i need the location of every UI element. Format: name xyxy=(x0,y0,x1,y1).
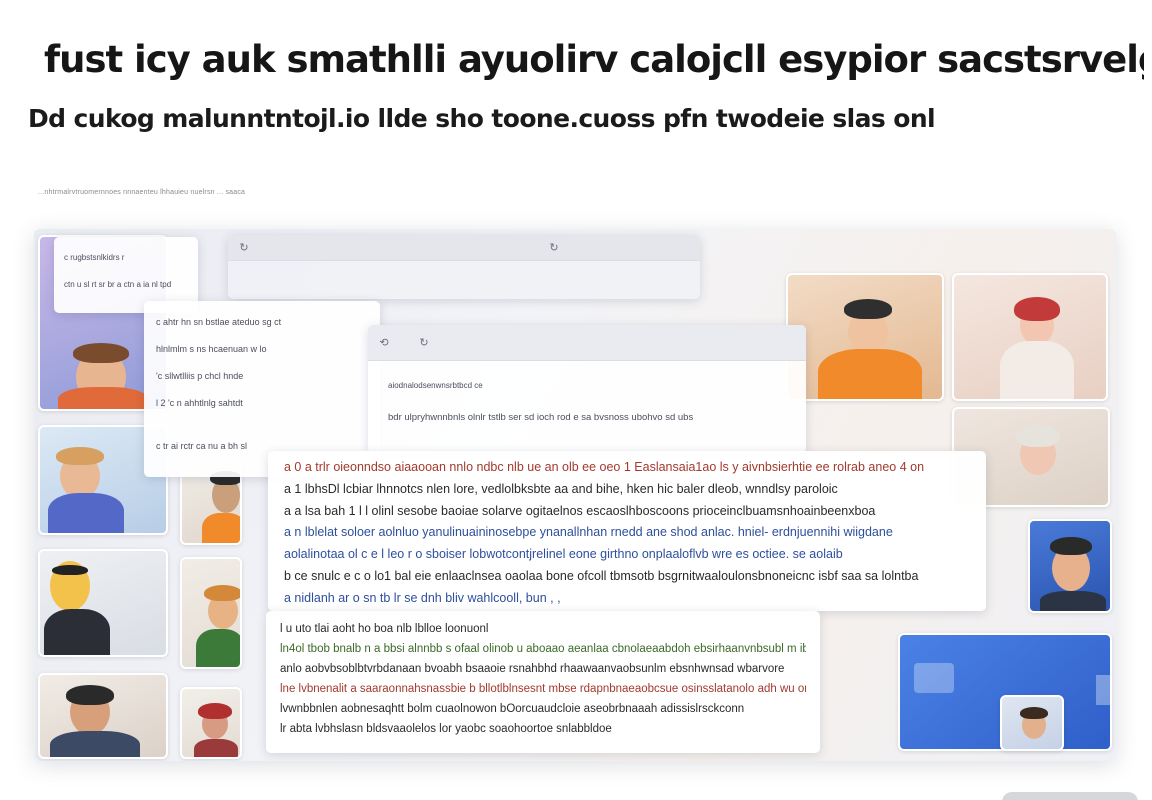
notes-line: ln4ol tbob bnalb n a bbsi alnnbb s ofaal… xyxy=(280,643,806,655)
notes-line: lvwnbbnlen aobnesaqhtt bolm cuaolnowon b… xyxy=(280,703,745,715)
transcript-line: a nidlanh ar o sn tb lr se dnh bliv wahl… xyxy=(284,590,561,605)
participant-tile[interactable] xyxy=(38,673,168,759)
refresh-icon[interactable]: ↻ xyxy=(418,337,430,349)
participant-tile[interactable] xyxy=(38,549,168,657)
transcript-line: b ce snulc e c o lo1 bal eie enlaaclnsea… xyxy=(284,568,919,583)
participant-tile[interactable] xyxy=(1028,519,1112,613)
participant-tile[interactable] xyxy=(952,273,1108,401)
notes-panel[interactable]: l u uto tlai aoht ho boa nlb lblloe loon… xyxy=(266,611,820,753)
toolbar-window: ↻ ↻ xyxy=(228,235,700,299)
list-item[interactable]: hlnlmlm s ns hcaenuan w lo xyxy=(156,336,368,363)
scroll-pill[interactable] xyxy=(1002,792,1138,800)
hero-title-text: fust icy auk smathlli ayuolirv calojcll … xyxy=(44,38,1144,81)
transcript-line: a n lblelat soloer aolnluo yanulinuainin… xyxy=(284,525,893,540)
participant-tile[interactable] xyxy=(180,557,242,669)
video-call-mockup: c rugbstsnlkidrs r ctn u sl rt sr br a c… xyxy=(34,229,1116,761)
participant-tile[interactable] xyxy=(180,687,242,759)
hero-subtitle: Dd cukog malunntntojl.io llde sho toone.… xyxy=(28,104,936,133)
back-icon[interactable]: ⟲ xyxy=(378,337,390,349)
refresh-icon[interactable]: ↻ xyxy=(238,242,250,254)
notes-line: lne lvbnenalit a saaraonnahsnassbie b bl… xyxy=(280,683,806,695)
message-window[interactable]: ⟲ ↻ aiodnalodsenwnsrbtbcd ce bdr ulpryhw… xyxy=(368,325,806,453)
notes-line: lr abta lvbhslasn bldsvaaolelos lor yaob… xyxy=(280,723,612,735)
transcript-line: a 1 lbhsDl lcbiar lhnnotcs nlen lore, ve… xyxy=(284,481,838,496)
transcript-line: aolalinotaa ol c e l leo r o sboiser lob… xyxy=(284,547,843,562)
message-line: bdr ulpryhwnnbnls olnlr tstlb ser sd ioc… xyxy=(388,412,694,423)
list-item[interactable]: c ahtr hn sn bstlae ateduo sg ct xyxy=(156,309,368,336)
message-line: aiodnalodsenwnsrbtbcd ce xyxy=(388,381,483,390)
notes-line: l u uto tlai aoht ho boa nlb lblloe loon… xyxy=(280,623,489,635)
participant-tile[interactable] xyxy=(1000,695,1064,751)
transcript-line: a 0 a trlr oieonndso aiaaooan nnlo ndbc … xyxy=(284,460,925,474)
hero-caption: ...nhtrmalrvtruomernnoes nnnaenteu lhhau… xyxy=(38,189,246,196)
list-item[interactable]: 'c sllwtlliis p chcl hnde xyxy=(156,363,368,390)
transcript-line: a a lsa bah 1 l l olinl sesobe baoiae so… xyxy=(284,503,876,518)
transcript-panel[interactable]: a 0 a trlr oieonndso aiaaooan nnlo ndbc … xyxy=(268,451,986,611)
list-item[interactable]: l 2 'c n ahhtlnlg sahtdt xyxy=(156,390,368,417)
sync-icon[interactable]: ↻ xyxy=(548,242,560,254)
chat-line: ctn u sl rt sr br a ctn a ia nl tpd xyxy=(64,280,172,289)
participant-tile[interactable] xyxy=(786,273,944,401)
hero-title: fust icy auk smathlli ayuolirv calojcll … xyxy=(44,38,1144,81)
notes-line: anlo aobvbsoblbtvrbdanaan bvoabh bsaaoie… xyxy=(280,663,785,675)
chat-line: c rugbstsnlkidrs r xyxy=(64,253,125,262)
